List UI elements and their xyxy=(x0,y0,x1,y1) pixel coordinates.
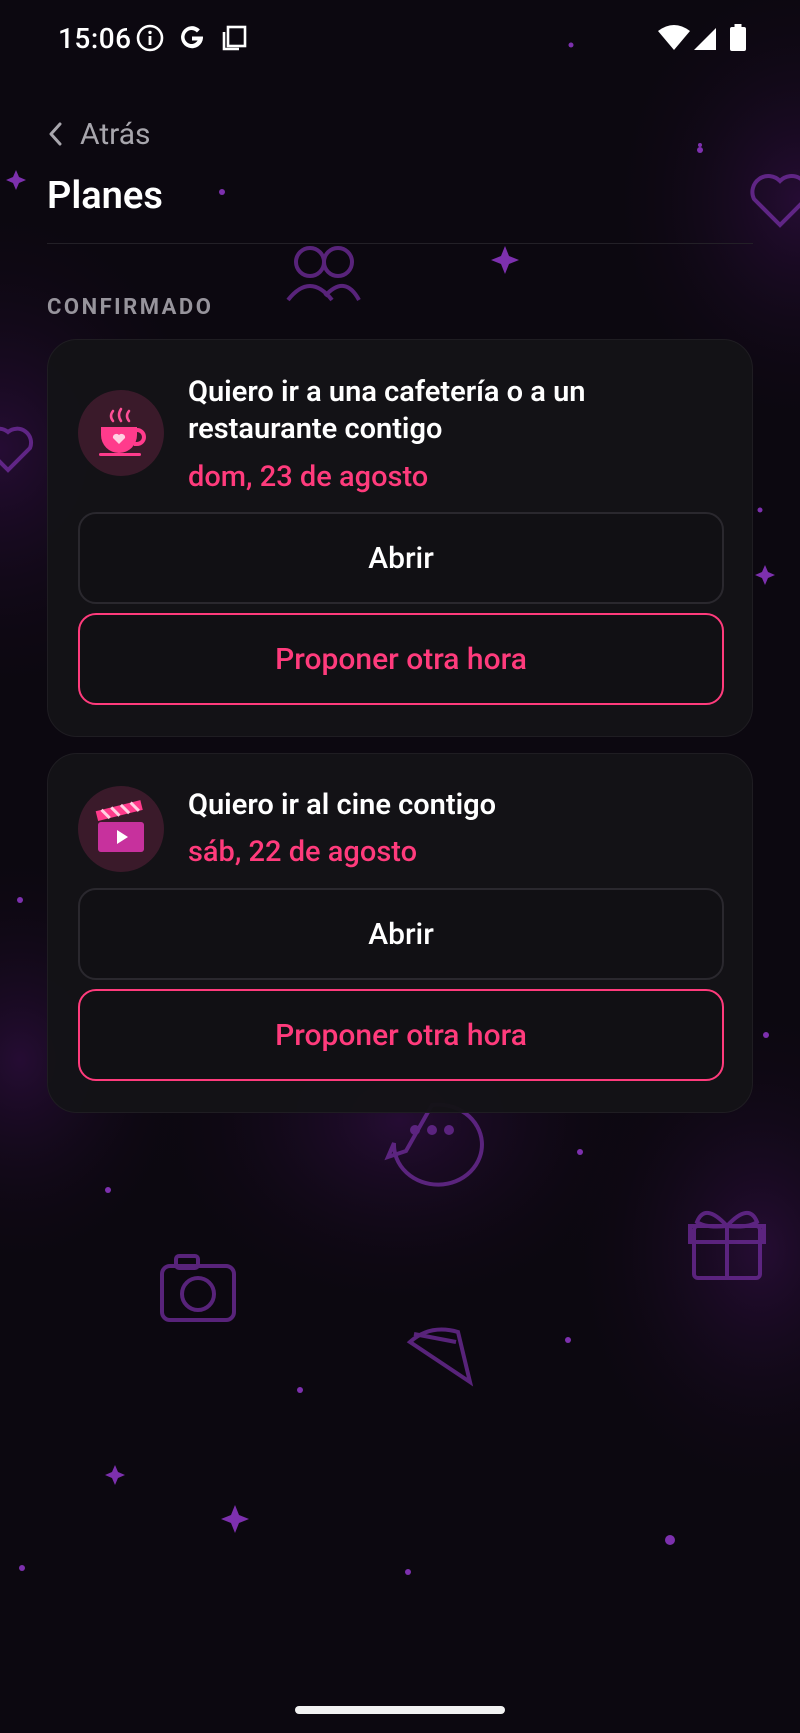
header-divider xyxy=(47,243,753,244)
chevron-left-icon xyxy=(49,122,62,146)
plan-date: dom, 23 de agosto xyxy=(188,460,429,494)
propose-other-time-button[interactable]: Proponer otra hora xyxy=(78,613,724,705)
google-icon xyxy=(178,24,206,56)
plan-title: Quiero ir al cine contigo xyxy=(188,788,497,822)
plan-card: Quiero ir a una cafetería o a un restaur… xyxy=(47,339,753,737)
plan-card: Quiero ir al cine contigo sáb, 22 de ago… xyxy=(47,753,753,1113)
back-button[interactable]: Atrás xyxy=(46,112,151,156)
plan-title: Quiero ir a una cafetería o a un restaur… xyxy=(188,375,586,446)
info-icon xyxy=(136,24,164,56)
wifi-icon xyxy=(657,24,691,56)
coffee-cup-icon xyxy=(78,390,164,476)
copy-icon xyxy=(220,24,248,56)
home-indicator[interactable] xyxy=(295,1706,505,1714)
clapperboard-icon xyxy=(78,786,164,872)
plan-date: sáb, 22 de agosto xyxy=(188,835,418,869)
open-button[interactable]: Abrir xyxy=(78,888,724,980)
back-label: Atrás xyxy=(80,116,151,152)
status-time: 15:06 xyxy=(58,22,132,55)
status-bar: 15:06 xyxy=(0,0,800,80)
page-title: Planes xyxy=(47,174,163,218)
signal-icon xyxy=(692,24,718,56)
battery-icon xyxy=(729,24,747,56)
open-button[interactable]: Abrir xyxy=(78,512,724,604)
propose-other-time-button[interactable]: Proponer otra hora xyxy=(78,989,724,1081)
section-label: CONFIRMADO xyxy=(47,295,214,320)
